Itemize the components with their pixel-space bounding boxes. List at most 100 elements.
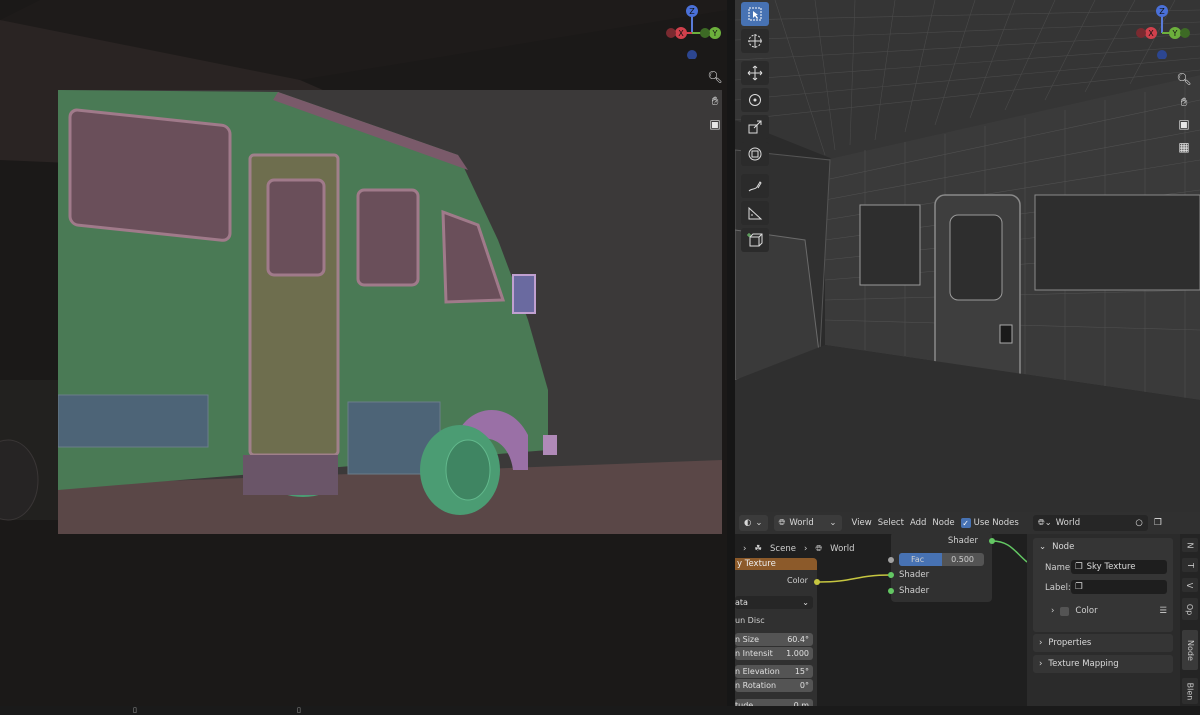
chevron-down-icon: ⌄: [802, 598, 809, 607]
texture-mapping-panel[interactable]: › Texture Mapping: [1033, 655, 1173, 673]
tab-blender[interactable]: Blen: [1182, 678, 1198, 704]
gizmo-z-label: Z: [1159, 7, 1165, 16]
altitude-field[interactable]: tude 0 m: [735, 699, 813, 706]
sun-size-label: n Size: [735, 635, 760, 644]
breadcrumb-world[interactable]: World: [830, 544, 854, 554]
hand-pan-icon[interactable]: ✋︎: [1175, 93, 1193, 111]
left-viewport[interactable]: Z Y X 🔍︎ ✋︎ ▣: [0, 0, 727, 706]
sun-intensity-field[interactable]: n Intensit 1.000: [735, 647, 813, 660]
measure-icon[interactable]: [741, 201, 769, 225]
node-panel-header[interactable]: ⌄ Node: [1033, 538, 1173, 556]
chevron-right-icon: ›: [1039, 659, 1043, 669]
left-navigation-gizmo[interactable]: Z Y X: [665, 3, 723, 59]
color-output-socket[interactable]: [814, 579, 820, 585]
tab-node[interactable]: Node: [1182, 630, 1198, 670]
shader-node-editor[interactable]: ◐ ⌄ 🌐︎ World ⌄ View Select Add Node ✓ Use No…: [735, 512, 1200, 706]
sun-disc-checkbox[interactable]: un Disc: [735, 616, 765, 625]
right-navigation-gizmo[interactable]: Z Y X: [1135, 3, 1193, 59]
zoom-icon[interactable]: 🔍︎: [706, 68, 724, 86]
status-bar: ▯ ▯: [0, 706, 1200, 715]
sun-elevation-label: n Elevation: [735, 667, 780, 676]
breadcrumb: › ☘ Scene › 🌐︎ World: [743, 544, 855, 554]
breadcrumb-scene[interactable]: Scene: [770, 544, 796, 554]
add-cube-icon[interactable]: [741, 228, 769, 252]
properties-panel[interactable]: › Properties: [1033, 634, 1173, 652]
chevron-right-icon: ›: [743, 544, 747, 554]
menu-node[interactable]: Node: [932, 518, 954, 528]
list-icon[interactable]: ☰: [1159, 606, 1167, 616]
sun-rotation-value: 0°: [799, 681, 809, 690]
color-checkbox[interactable]: [1060, 606, 1070, 616]
sidebar-tabs: N T V Op Node Blen: [1180, 534, 1200, 706]
shader-output-socket[interactable]: [989, 538, 995, 544]
world-datablock-selector[interactable]: 🌐︎⌄ World ○: [1032, 515, 1148, 531]
fac-value: 0.500: [951, 555, 974, 564]
world-icon: 🌐︎: [778, 518, 786, 528]
tab-t[interactable]: T: [1182, 558, 1198, 572]
gizmo-x-label: X: [1148, 29, 1154, 38]
fac-input-socket[interactable]: [888, 557, 894, 563]
mix-shader-node[interactable]: Shader Fac 0.500 Shader Shader: [891, 532, 992, 602]
mouse-icon: ▯: [297, 706, 301, 714]
node-icon: ❐: [1075, 562, 1083, 572]
shader-input-2-socket[interactable]: [888, 588, 894, 594]
node-title[interactable]: y Texture: [735, 558, 817, 570]
tab-v[interactable]: V: [1182, 578, 1198, 592]
sky-type-value: ata: [735, 598, 748, 607]
sun-size-field[interactable]: n Size 60.4°: [735, 633, 813, 646]
sun-elevation-field[interactable]: n Elevation 15°: [735, 665, 813, 678]
sky-type-dropdown[interactable]: ata ⌄: [735, 596, 813, 609]
world-icon: 🌐︎⌄: [1037, 518, 1052, 528]
fake-user-shield-icon[interactable]: ○: [1135, 518, 1142, 528]
checkmark-icon: ✓: [960, 518, 971, 528]
chevron-down-icon: ⌄: [755, 518, 763, 528]
chevron-right-icon: ›: [803, 544, 808, 554]
label-field[interactable]: ❐: [1071, 580, 1167, 594]
scale-icon[interactable]: [741, 115, 769, 139]
world-datablock-name: World: [1055, 518, 1081, 528]
move-icon[interactable]: [741, 61, 769, 85]
menu-view[interactable]: View: [852, 518, 872, 528]
node-editor-header: ◐ ⌄ 🌐︎ World ⌄ View Select Add Node ✓ Use No…: [735, 512, 1200, 534]
use-nodes-label: Use Nodes: [973, 518, 1019, 528]
transform-icon[interactable]: [741, 142, 769, 166]
render-camera-frame: [58, 90, 722, 534]
tab-options[interactable]: Op: [1182, 598, 1198, 620]
use-nodes-toggle[interactable]: ✓ Use Nodes: [960, 518, 1019, 528]
sky-texture-node[interactable]: y Texture Color ata ⌄ un Disc n Size 60.4°…: [735, 558, 817, 706]
grid-icon[interactable]: ▦: [1175, 138, 1193, 156]
scene-icon: ☘: [754, 544, 763, 554]
copy-icon[interactable]: ❐: [1154, 518, 1162, 528]
tab-n[interactable]: N: [1182, 538, 1198, 552]
chevron-right-icon: ›: [1051, 606, 1055, 616]
editor-type-button[interactable]: ◐ ⌄: [739, 515, 768, 531]
color-subpanel[interactable]: › Color ☰: [1051, 606, 1167, 616]
node-icon: ❐: [1075, 582, 1083, 592]
hand-pan-icon[interactable]: ✋︎: [706, 92, 724, 110]
rotate-icon[interactable]: [741, 88, 769, 112]
select-box-icon[interactable]: [741, 2, 769, 26]
sun-intensity-label: n Intensit: [735, 649, 773, 658]
area-divider[interactable]: [727, 0, 735, 715]
world-icon: 🌐︎: [815, 544, 823, 554]
fac-slider[interactable]: Fac 0.500: [899, 553, 984, 566]
menu-select[interactable]: Select: [878, 518, 904, 528]
shader-input-1-label: Shader: [899, 570, 930, 580]
sun-rotation-field[interactable]: n Rotation 0°: [735, 679, 813, 692]
world-type-dropdown[interactable]: 🌐︎ World ⌄: [773, 515, 842, 531]
camera-icon[interactable]: ▣: [1175, 115, 1193, 133]
annotate-icon[interactable]: [741, 174, 769, 198]
zoom-icon[interactable]: 🔍︎: [1175, 70, 1193, 88]
right-viewport-wireframe[interactable]: Z Y X 🔍︎ ✋︎ ▣ ▦: [735, 0, 1200, 512]
label-label: Label:: [1045, 583, 1071, 593]
sun-rotation-label: n Rotation: [735, 681, 777, 690]
gizmo-z-label: Z: [689, 7, 695, 16]
camera-icon[interactable]: ▣: [706, 115, 724, 133]
name-field[interactable]: ❐ Sky Texture: [1071, 560, 1167, 574]
cursor-icon[interactable]: [741, 29, 769, 53]
name-value: Sky Texture: [1086, 562, 1136, 572]
node-editor-icon: ◐: [744, 518, 752, 528]
shader-output-label: Shader: [947, 536, 978, 546]
menu-add[interactable]: Add: [910, 518, 926, 528]
shader-input-1-socket[interactable]: [888, 572, 894, 578]
